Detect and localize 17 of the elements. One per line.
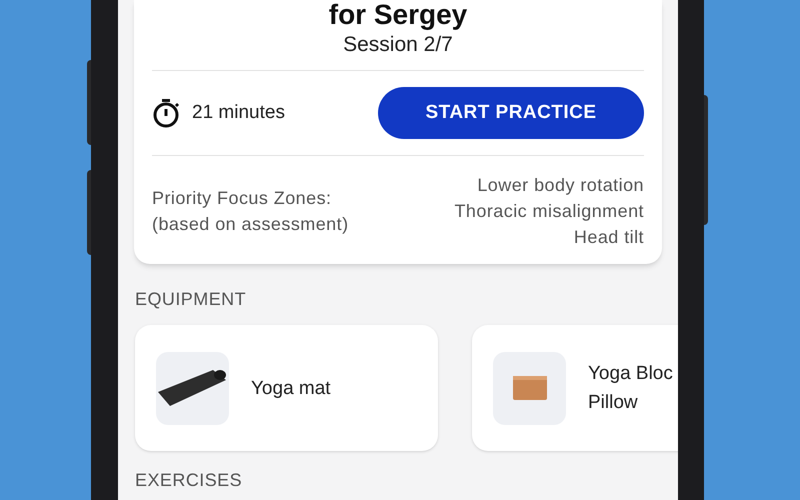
section-heading: EQUIPMENT: [135, 288, 248, 311]
start-practice-button[interactable]: START PRACTICE: [378, 87, 644, 139]
focus-zones-label: Priority Focus Zones:: [152, 187, 333, 210]
focus-zones-note: (based on assessment): [152, 213, 349, 236]
focus-zone: Head tilt: [574, 226, 644, 249]
equipment-name: Yoga mat: [251, 376, 332, 400]
focus-zone: Thoracic misalignment: [454, 200, 644, 223]
focus-zone: Lower body rotation: [477, 174, 644, 197]
session-title: for Sergey: [328, 0, 468, 30]
yoga-block-drawing: [512, 376, 546, 400]
equipment-card[interactable]: Yoga Bloc Pillow: [472, 325, 678, 451]
duration-text: 21 minutes: [192, 100, 285, 125]
stopwatch-icon: [152, 98, 180, 128]
equipment-name: Yoga Bloc Pillow: [588, 362, 674, 415]
section-heading: EXERCISES: [135, 469, 244, 491]
session-number: Session 2/7: [342, 32, 454, 58]
equipment-card[interactable]: Yoga mat: [135, 325, 438, 451]
